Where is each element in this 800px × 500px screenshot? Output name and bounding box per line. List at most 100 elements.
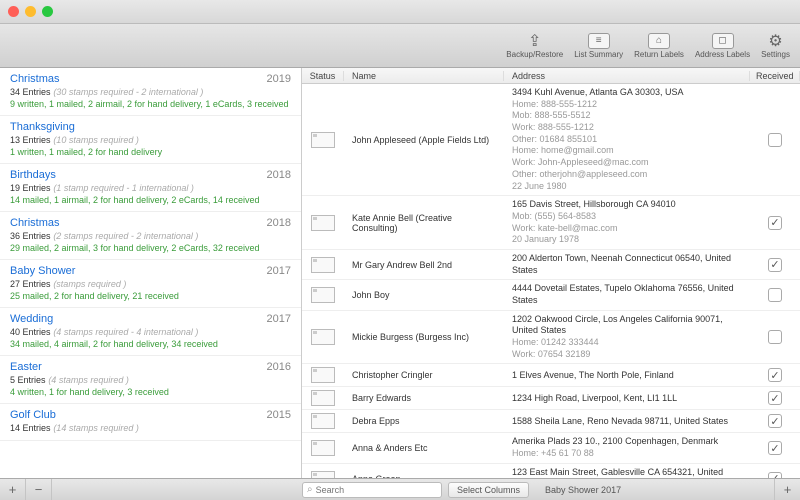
col-address[interactable]: Address (504, 71, 750, 81)
sidebar-item[interactable]: Golf Club201514 Entries (14 stamps requi… (0, 404, 301, 441)
add-button[interactable]: + (0, 479, 26, 500)
remove-button[interactable]: − (26, 479, 52, 500)
list-year: 2018 (267, 169, 291, 181)
envelope-icon (311, 215, 335, 231)
contact-row[interactable]: Mickie Burgess (Burgess Inc)1202 Oakwood… (302, 311, 800, 365)
received-checkbox[interactable] (768, 288, 782, 302)
envelope-icon (311, 287, 335, 303)
contact-name: Mr Gary Andrew Bell 2nd (344, 257, 504, 273)
contact-address: 3494 Kuhl Avenue, Atlanta GA 30303, USAH… (504, 84, 750, 195)
list-name: Easter (10, 361, 42, 373)
received-checkbox[interactable] (768, 330, 782, 344)
close-button[interactable] (8, 6, 19, 17)
contact-row[interactable]: Barry Edwards1234 High Road, Liverpool, … (302, 387, 800, 410)
sidebar-item[interactable]: Thanksgiving13 Entries (10 stamps requir… (0, 116, 301, 164)
contact-row[interactable]: Debra Epps1588 Sheila Lane, Reno Nevada … (302, 410, 800, 433)
select-columns-button[interactable]: Select Columns (448, 482, 529, 498)
envelope-icon (311, 471, 335, 479)
list-year: 2017 (267, 313, 291, 325)
address-labels-icon: ◻ (712, 33, 734, 49)
toolbar-address-labels[interactable]: ◻Address Labels (691, 31, 754, 61)
received-checkbox[interactable]: ✓ (768, 216, 782, 230)
list-name: Christmas (10, 73, 60, 85)
list-year: 2016 (267, 361, 291, 373)
list-name: Golf Club (10, 409, 56, 421)
contact-row[interactable]: Anne Green123 East Main Street, Gablesvi… (302, 464, 800, 478)
backup-restore-icon: ⇪ (524, 33, 546, 49)
col-received[interactable]: Received (750, 71, 800, 81)
contact-row[interactable]: Christopher Cringler1 Elves Avenue, The … (302, 364, 800, 387)
contact-name: Anna & Anders Etc (344, 440, 504, 456)
contact-row[interactable]: Anna & Anders EtcAmerika Plads 23 10., 2… (302, 433, 800, 463)
list-year: 2017 (267, 265, 291, 277)
contact-address: 123 East Main Street, Gablesville CA 654… (504, 464, 750, 478)
toolbar-return-labels[interactable]: ⌂Return Labels (630, 31, 688, 61)
contact-name: Kate Annie Bell (Creative Consulting) (344, 210, 504, 236)
received-checkbox[interactable]: ✓ (768, 258, 782, 272)
table-header: Status Name Address Received (302, 68, 800, 84)
envelope-icon (311, 390, 335, 406)
list-summary-icon: ≡ (588, 33, 610, 49)
received-checkbox[interactable]: ✓ (768, 391, 782, 405)
maximize-button[interactable] (42, 6, 53, 17)
contact-name: Christopher Cringler (344, 367, 504, 383)
contact-name: Debra Epps (344, 413, 504, 429)
toolbar-list-summary[interactable]: ≡List Summary (570, 31, 627, 61)
contact-address: 1202 Oakwood Circle, Los Angeles Califor… (504, 311, 750, 364)
toolbar: ⇪Backup/Restore≡List Summary⌂Return Labe… (0, 24, 800, 68)
contact-row[interactable]: John Boy4444 Dovetail Estates, Tupelo Ok… (302, 280, 800, 310)
envelope-icon (311, 413, 335, 429)
contact-row[interactable]: Mr Gary Andrew Bell 2nd200 Alderton Town… (302, 250, 800, 280)
envelope-icon (311, 440, 335, 456)
contact-name: John Boy (344, 287, 504, 303)
sidebar-item[interactable]: Wedding201740 Entries (4 stamps required… (0, 308, 301, 356)
toolbar-backup-restore[interactable]: ⇪Backup/Restore (502, 31, 567, 61)
search-icon: ⌕ (307, 484, 313, 495)
contact-name: Barry Edwards (344, 390, 504, 406)
contact-row[interactable]: John Appleseed (Apple Fields Ltd)3494 Ku… (302, 84, 800, 196)
contact-row[interactable]: Kate Annie Bell (Creative Consulting)165… (302, 196, 800, 250)
titlebar (0, 0, 800, 24)
list-year: 2015 (267, 409, 291, 421)
contact-address: 1234 High Road, Liverpool, Kent, LI1 1LL (504, 390, 750, 408)
received-checkbox[interactable]: ✓ (768, 441, 782, 455)
contact-address: 1588 Sheila Lane, Reno Nevada 98711, Uni… (504, 413, 750, 431)
sidebar[interactable]: Christmas201934 Entries (30 stamps requi… (0, 68, 302, 478)
list-name: Christmas (10, 217, 60, 229)
toolbar-settings[interactable]: ⚙Settings (757, 31, 794, 61)
contact-address: 165 Davis Street, Hillsborough CA 94010M… (504, 196, 750, 249)
envelope-icon (311, 132, 335, 148)
contact-address: 200 Alderton Town, Neenah Connecticut 06… (504, 250, 750, 279)
received-checkbox[interactable]: ✓ (768, 368, 782, 382)
settings-icon: ⚙ (765, 33, 787, 49)
received-checkbox[interactable] (768, 133, 782, 147)
sidebar-item[interactable]: Christmas201934 Entries (30 stamps requi… (0, 68, 301, 116)
list-year: 2018 (267, 217, 291, 229)
list-name: Baby Shower (10, 265, 75, 277)
sidebar-item[interactable]: Christmas201836 Entries (2 stamps requir… (0, 212, 301, 260)
contact-address: Amerika Plads 23 10., 2100 Copenhagen, D… (504, 433, 750, 462)
contact-name: John Appleseed (Apple Fields Ltd) (344, 132, 504, 148)
col-status[interactable]: Status (302, 71, 344, 81)
search-input[interactable] (316, 485, 437, 495)
footer-add-right[interactable]: + (774, 479, 800, 500)
return-labels-icon: ⌂ (648, 33, 670, 49)
sidebar-item[interactable]: Birthdays201819 Entries (1 stamp require… (0, 164, 301, 212)
sidebar-item[interactable]: Easter20165 Entries (4 stamps required )… (0, 356, 301, 404)
envelope-icon (311, 367, 335, 383)
search-box[interactable]: ⌕ (302, 482, 442, 498)
envelope-icon (311, 329, 335, 345)
received-checkbox[interactable]: ✓ (768, 414, 782, 428)
list-name: Wedding (10, 313, 53, 325)
contact-name: Anne Green (344, 471, 504, 479)
minimize-button[interactable] (25, 6, 36, 17)
contacts-rows[interactable]: John Appleseed (Apple Fields Ltd)3494 Ku… (302, 84, 800, 478)
envelope-icon (311, 257, 335, 273)
sidebar-item[interactable]: Baby Shower201727 Entries (stamps requir… (0, 260, 301, 308)
list-year: 2019 (267, 73, 291, 85)
contact-address: 1 Elves Avenue, The North Pole, Finland (504, 367, 750, 385)
footer: + − ⌕ Select Columns Baby Shower 2017 + (0, 478, 800, 500)
context-label: Baby Shower 2017 (535, 485, 774, 495)
contact-name: Mickie Burgess (Burgess Inc) (344, 329, 504, 345)
col-name[interactable]: Name (344, 71, 504, 81)
